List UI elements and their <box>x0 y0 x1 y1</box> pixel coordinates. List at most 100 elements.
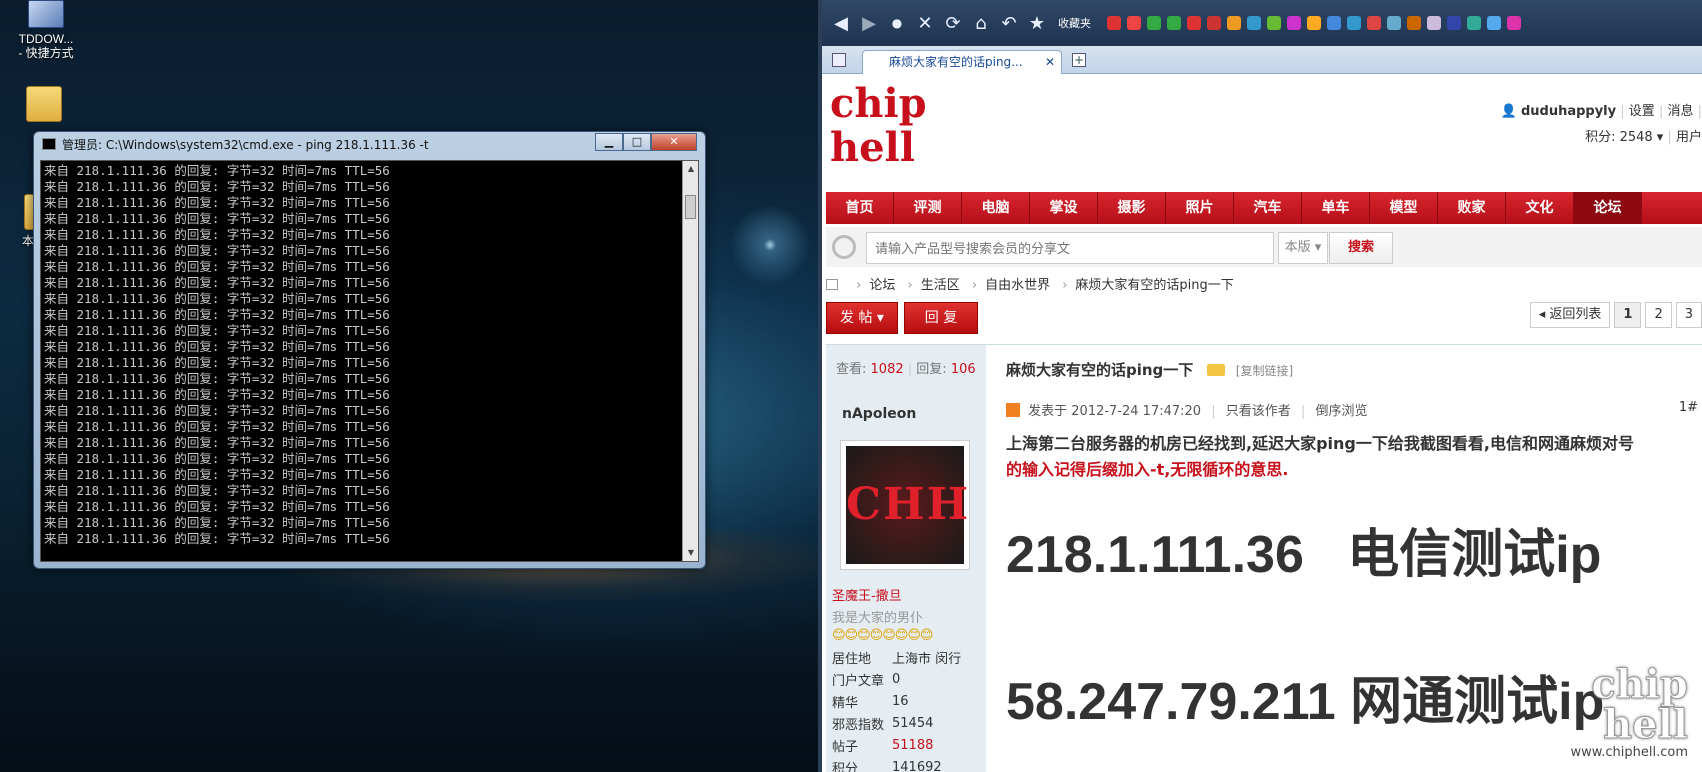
info-val[interactable]: 51188 <box>892 736 969 758</box>
nav-item[interactable]: 文化 <box>1506 192 1574 224</box>
console-line: 来自 218.1.111.36 的回复: 字节=32 时间=7ms TTL=56 <box>44 163 390 178</box>
tab-close-icon[interactable]: ✕ <box>1045 51 1055 73</box>
extension-icon[interactable] <box>1127 16 1141 30</box>
page-3[interactable]: 3 <box>1675 302 1702 328</box>
extension-icon[interactable] <box>1487 16 1501 30</box>
minimize-button[interactable]: ▁ <box>595 133 623 151</box>
close-button[interactable]: ✕ <box>651 133 697 151</box>
only-author-link[interactable]: 只看该作者 <box>1226 404 1291 419</box>
search-input[interactable] <box>866 232 1274 264</box>
back-to-list-button[interactable]: ◂ 返回列表 <box>1529 302 1611 328</box>
home-icon[interactable]: ⌂ <box>970 13 992 34</box>
extension-icon[interactable] <box>1427 16 1441 30</box>
nav-item[interactable]: 电脑 <box>962 192 1030 224</box>
floor-number[interactable]: 1# <box>1679 400 1698 415</box>
points-menu[interactable]: 积分: 2548 ▾ <box>1585 130 1663 145</box>
nav-item[interactable]: 模型 <box>1370 192 1438 224</box>
settings-link[interactable]: 设置 <box>1629 104 1655 119</box>
reverse-order-link[interactable]: 倒序浏览 <box>1315 404 1367 419</box>
star-icon[interactable]: ★ <box>1026 13 1048 34</box>
tab-active[interactable]: 麻烦大家有空的话ping... ✕ <box>862 50 1062 74</box>
extension-icon[interactable] <box>1307 16 1321 30</box>
console-line: 来自 218.1.111.36 的回复: 字节=32 时间=7ms TTL=56 <box>44 339 390 354</box>
extension-icon[interactable] <box>1327 16 1341 30</box>
back-icon[interactable]: ◀ <box>830 13 852 34</box>
extension-icon[interactable] <box>1387 16 1401 30</box>
extension-icon[interactable] <box>1367 16 1381 30</box>
home-icon[interactable] <box>826 279 838 290</box>
copy-link[interactable]: [复制链接] <box>1236 364 1293 378</box>
post-meta: 发表于 2012-7-24 17:47:20 | 只看该作者 | 倒序浏览 <box>1006 400 1367 419</box>
author-name[interactable]: nApoleon <box>842 406 916 422</box>
browser-toolbar: ◀ ▶ ● ✕ ⟳ ⌂ ↶ ★ 收藏夹 <box>822 0 1702 46</box>
nav-item[interactable]: 摄影 <box>1098 192 1166 224</box>
sidebar-toggle-icon[interactable] <box>832 53 846 67</box>
site-logo[interactable]: chip hell <box>830 82 927 186</box>
refresh-icon[interactable]: ⟳ <box>942 13 964 34</box>
breadcrumb-thread[interactable]: 麻烦大家有空的话ping一下 <box>1075 278 1233 293</box>
messages-link[interactable]: 消息 <box>1667 104 1693 119</box>
info-key: 精华 <box>832 696 859 711</box>
breadcrumb-board[interactable]: 自由水世界 <box>985 278 1050 293</box>
username-link[interactable]: duduhappyly <box>1521 104 1616 119</box>
console-line: 来自 218.1.111.36 的回复: 字节=32 时间=7ms TTL=56 <box>44 307 390 322</box>
console-line: 来自 218.1.111.36 的回复: 字节=32 时间=7ms TTL=56 <box>44 371 390 386</box>
info-key: 居住地 <box>832 652 872 667</box>
cmd-window[interactable]: 管理员: C:\Windows\system32\cmd.exe - ping … <box>33 131 706 569</box>
logo-line: hell <box>830 124 915 171</box>
new-tab-button[interactable]: + <box>1072 53 1086 67</box>
extension-icon[interactable] <box>1107 16 1121 30</box>
extension-icon[interactable] <box>1447 16 1461 30</box>
nav-item[interactable]: 评测 <box>894 192 962 224</box>
info-val[interactable]: 0 <box>892 670 969 692</box>
nav-item[interactable]: 败家 <box>1438 192 1506 224</box>
desktop-shortcut-tddow[interactable]: TDDOW... - 快捷方式 <box>6 0 86 60</box>
scroll-up-arrow-icon[interactable]: ▲ <box>683 161 698 177</box>
nav-item[interactable]: 汽车 <box>1234 192 1302 224</box>
scroll-thumb[interactable] <box>685 195 696 219</box>
reply-button[interactable]: 回 复 <box>904 302 978 334</box>
replies-count: 106 <box>950 362 976 377</box>
search-button[interactable]: 搜索 <box>1329 232 1393 264</box>
extension-icon[interactable] <box>1167 16 1181 30</box>
author-rank[interactable]: 圣魔王-撒旦 <box>832 585 902 604</box>
favorites-button[interactable]: 收藏夹 <box>1058 15 1091 31</box>
nav-item[interactable]: 单车 <box>1302 192 1370 224</box>
search-scope-dropdown[interactable]: 本版 ▾ <box>1278 232 1328 264</box>
nav-item[interactable]: 掌设 <box>1030 192 1098 224</box>
post-line: 上海第二台服务器的机房已经找到,延迟大家ping一下给我截图看看,电信和网通麻烦… <box>1006 434 1634 453</box>
breadcrumb-life[interactable]: 生活区 <box>921 278 960 293</box>
nav-item[interactable]: 首页 <box>826 192 894 224</box>
extension-icon[interactable] <box>1407 16 1421 30</box>
extension-icon[interactable] <box>1287 16 1301 30</box>
extension-icon[interactable] <box>1187 16 1201 30</box>
maximize-button[interactable]: □ <box>623 133 651 151</box>
breadcrumb-forum[interactable]: 论坛 <box>869 278 895 293</box>
extension-icon[interactable] <box>1347 16 1361 30</box>
extension-icon[interactable] <box>1147 16 1161 30</box>
new-post-button[interactable]: 发 帖 ▾ <box>826 302 898 334</box>
dropdown-icon[interactable]: ● <box>886 16 908 30</box>
page-2[interactable]: 2 <box>1645 302 1672 328</box>
extension-icon[interactable] <box>1267 16 1281 30</box>
avatar[interactable]: CHH <box>840 440 970 570</box>
forward-icon[interactable]: ▶ <box>858 13 880 34</box>
undo-icon[interactable]: ↶ <box>998 13 1020 34</box>
extension-icon[interactable] <box>1207 16 1221 30</box>
info-val[interactable]: 16 <box>892 692 969 714</box>
extension-icon[interactable] <box>1467 16 1481 30</box>
console-scrollbar[interactable]: ▲ ▼ <box>682 161 698 561</box>
scroll-down-arrow-icon[interactable]: ▼ <box>683 545 698 561</box>
console-output[interactable]: 来自 218.1.111.36 的回复: 字节=32 时间=7ms TTL=56… <box>40 160 699 562</box>
nav-item[interactable]: 照片 <box>1166 192 1234 224</box>
user-menu[interactable]: 用户 <box>1676 130 1702 145</box>
watermark-url: www.chiphell.com <box>1570 745 1688 760</box>
stop-icon[interactable]: ✕ <box>914 13 936 34</box>
extension-icon[interactable] <box>1507 16 1521 30</box>
extension-icon[interactable] <box>1227 16 1241 30</box>
nav-item[interactable]: 论坛 <box>1574 192 1642 224</box>
desktop-folder[interactable] <box>4 86 84 126</box>
extension-icon[interactable] <box>1247 16 1261 30</box>
console-icon <box>42 138 56 150</box>
page-1[interactable]: 1 <box>1614 302 1642 328</box>
